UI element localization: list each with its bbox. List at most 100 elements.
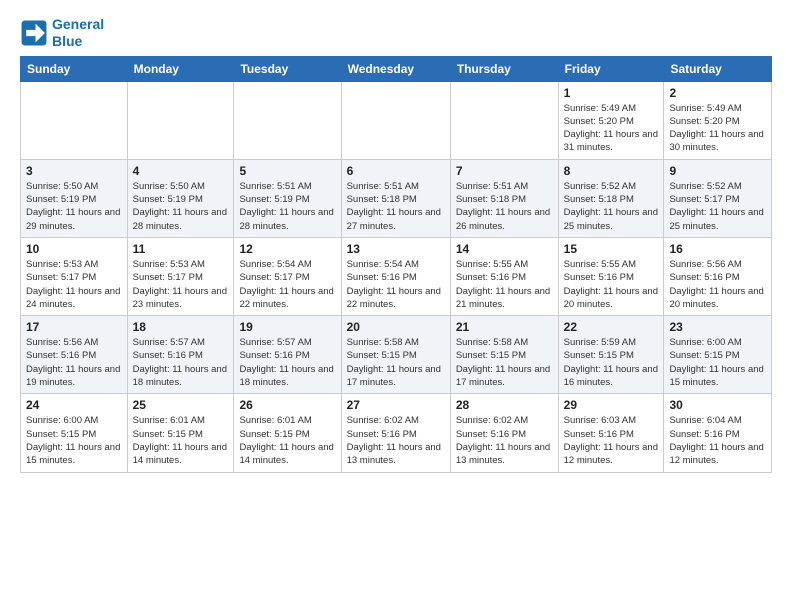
day-number: 15 bbox=[564, 242, 659, 256]
day-number: 30 bbox=[669, 398, 766, 412]
calendar-cell: 22Sunrise: 5:59 AMSunset: 5:15 PMDayligh… bbox=[558, 316, 664, 394]
day-number: 7 bbox=[456, 164, 553, 178]
calendar-cell: 25 Sunrise: 6:01 AMSunset: 5:15 PMDayligh… bbox=[127, 394, 234, 472]
day-info: Sunrise: 5:49 AMSunset: 5:20 PMDaylight:… bbox=[564, 102, 659, 155]
day-info: Sunrise: 5:56 AMSunset: 5:16 PMDaylight:… bbox=[669, 258, 766, 311]
calendar-cell: 19 Sunrise: 5:57 AMSunset: 5:16 PMDayligh… bbox=[234, 316, 341, 394]
day-info: Sunrise: 6:00 AMSunset: 5:15 PMDaylight:… bbox=[26, 414, 122, 467]
day-info: Sunrise: 5:58 AMSunset: 5:15 PMDaylight:… bbox=[347, 336, 445, 389]
day-info: Sunrise: 6:04 AMSunset: 5:16 PMDaylight:… bbox=[669, 414, 766, 467]
day-number: 11 bbox=[133, 242, 229, 256]
day-number: 20 bbox=[347, 320, 445, 334]
calendar-cell: 13 Sunrise: 5:54 AMSunset: 5:16 PMDayligh… bbox=[341, 237, 450, 315]
day-info: Sunrise: 5:54 AMSunset: 5:17 PMDaylight:… bbox=[239, 258, 335, 311]
calendar-week-row: 17 Sunrise: 5:56 AMSunset: 5:16 PMDayligh… bbox=[21, 316, 772, 394]
day-info: Sunrise: 5:50 AMSunset: 5:19 PMDaylight:… bbox=[26, 180, 122, 233]
day-number: 18 bbox=[133, 320, 229, 334]
calendar-cell: 3 Sunrise: 5:50 AMSunset: 5:19 PMDaylight… bbox=[21, 159, 128, 237]
weekday-header-sunday: Sunday bbox=[21, 56, 128, 81]
calendar-cell: 8 Sunrise: 5:52 AMSunset: 5:18 PMDaylight… bbox=[558, 159, 664, 237]
day-info: Sunrise: 5:57 AMSunset: 5:16 PMDaylight:… bbox=[133, 336, 229, 389]
day-info: Sunrise: 6:03 AMSunset: 5:16 PMDaylight:… bbox=[564, 414, 659, 467]
day-number: 4 bbox=[133, 164, 229, 178]
weekday-header-wednesday: Wednesday bbox=[341, 56, 450, 81]
day-number: 25 bbox=[133, 398, 229, 412]
day-number: 21 bbox=[456, 320, 553, 334]
day-number: 10 bbox=[26, 242, 122, 256]
day-number: 28 bbox=[456, 398, 553, 412]
day-info: Sunrise: 5:51 AMSunset: 5:18 PMDaylight:… bbox=[456, 180, 553, 233]
day-number: 24 bbox=[26, 398, 122, 412]
day-number: 16 bbox=[669, 242, 766, 256]
calendar-cell: 17 Sunrise: 5:56 AMSunset: 5:16 PMDayligh… bbox=[21, 316, 128, 394]
calendar-cell: 10 Sunrise: 5:53 AMSunset: 5:17 PMDayligh… bbox=[21, 237, 128, 315]
calendar-table: SundayMondayTuesdayWednesdayThursdayFrid… bbox=[20, 56, 772, 473]
day-info: Sunrise: 6:01 AMSunset: 5:15 PMDaylight:… bbox=[133, 414, 229, 467]
calendar-cell: 15 Sunrise: 5:55 AMSunset: 5:16 PMDayligh… bbox=[558, 237, 664, 315]
day-info: Sunrise: 5:55 AMSunset: 5:16 PMDaylight:… bbox=[564, 258, 659, 311]
calendar-cell: 24 Sunrise: 6:00 AMSunset: 5:15 PMDayligh… bbox=[21, 394, 128, 472]
calendar-cell: 9Sunrise: 5:52 AMSunset: 5:17 PMDaylight… bbox=[664, 159, 772, 237]
day-number: 23 bbox=[669, 320, 766, 334]
calendar-cell: 29 Sunrise: 6:03 AMSunset: 5:16 PMDayligh… bbox=[558, 394, 664, 472]
calendar-week-row: 3 Sunrise: 5:50 AMSunset: 5:19 PMDaylight… bbox=[21, 159, 772, 237]
day-info: Sunrise: 5:57 AMSunset: 5:16 PMDaylight:… bbox=[239, 336, 335, 389]
day-info: Sunrise: 6:02 AMSunset: 5:16 PMDaylight:… bbox=[347, 414, 445, 467]
day-number: 6 bbox=[347, 164, 445, 178]
day-info: Sunrise: 6:01 AMSunset: 5:15 PMDaylight:… bbox=[239, 414, 335, 467]
day-number: 2 bbox=[669, 86, 766, 100]
day-number: 27 bbox=[347, 398, 445, 412]
day-info: Sunrise: 6:00 AMSunset: 5:15 PMDaylight:… bbox=[669, 336, 766, 389]
day-number: 8 bbox=[564, 164, 659, 178]
calendar-cell bbox=[341, 81, 450, 159]
logo-text: General Blue bbox=[52, 16, 104, 50]
day-number: 17 bbox=[26, 320, 122, 334]
calendar-week-row: 10 Sunrise: 5:53 AMSunset: 5:17 PMDayligh… bbox=[21, 237, 772, 315]
day-info: Sunrise: 5:50 AMSunset: 5:19 PMDaylight:… bbox=[133, 180, 229, 233]
calendar-cell: 27 Sunrise: 6:02 AMSunset: 5:16 PMDayligh… bbox=[341, 394, 450, 472]
calendar-cell bbox=[21, 81, 128, 159]
calendar-cell: 18 Sunrise: 5:57 AMSunset: 5:16 PMDayligh… bbox=[127, 316, 234, 394]
day-number: 19 bbox=[239, 320, 335, 334]
day-info: Sunrise: 5:51 AMSunset: 5:18 PMDaylight:… bbox=[347, 180, 445, 233]
logo-icon bbox=[20, 19, 48, 47]
day-number: 1 bbox=[564, 86, 659, 100]
weekday-header-monday: Monday bbox=[127, 56, 234, 81]
calendar-cell: 2 Sunrise: 5:49 AMSunset: 5:20 PMDaylight… bbox=[664, 81, 772, 159]
calendar-cell: 28 Sunrise: 6:02 AMSunset: 5:16 PMDayligh… bbox=[450, 394, 558, 472]
day-info: Sunrise: 5:53 AMSunset: 5:17 PMDaylight:… bbox=[133, 258, 229, 311]
calendar-cell bbox=[127, 81, 234, 159]
weekday-header-tuesday: Tuesday bbox=[234, 56, 341, 81]
calendar-cell bbox=[234, 81, 341, 159]
calendar-cell: 20 Sunrise: 5:58 AMSunset: 5:15 PMDayligh… bbox=[341, 316, 450, 394]
day-number: 13 bbox=[347, 242, 445, 256]
calendar-cell: 16 Sunrise: 5:56 AMSunset: 5:16 PMDayligh… bbox=[664, 237, 772, 315]
logo: General Blue bbox=[20, 16, 104, 50]
day-number: 3 bbox=[26, 164, 122, 178]
day-info: Sunrise: 5:51 AMSunset: 5:19 PMDaylight:… bbox=[239, 180, 335, 233]
day-number: 12 bbox=[239, 242, 335, 256]
page-header: General Blue bbox=[20, 16, 772, 50]
day-number: 22 bbox=[564, 320, 659, 334]
weekday-header-friday: Friday bbox=[558, 56, 664, 81]
day-info: Sunrise: 5:49 AMSunset: 5:20 PMDaylight:… bbox=[669, 102, 766, 155]
day-info: Sunrise: 5:54 AMSunset: 5:16 PMDaylight:… bbox=[347, 258, 445, 311]
calendar-week-row: 24 Sunrise: 6:00 AMSunset: 5:15 PMDayligh… bbox=[21, 394, 772, 472]
calendar-cell: 11 Sunrise: 5:53 AMSunset: 5:17 PMDayligh… bbox=[127, 237, 234, 315]
day-info: Sunrise: 5:56 AMSunset: 5:16 PMDaylight:… bbox=[26, 336, 122, 389]
day-number: 29 bbox=[564, 398, 659, 412]
calendar-cell bbox=[450, 81, 558, 159]
day-info: Sunrise: 5:55 AMSunset: 5:16 PMDaylight:… bbox=[456, 258, 553, 311]
day-info: Sunrise: 5:53 AMSunset: 5:17 PMDaylight:… bbox=[26, 258, 122, 311]
day-info: Sunrise: 5:52 AMSunset: 5:18 PMDaylight:… bbox=[564, 180, 659, 233]
day-number: 5 bbox=[239, 164, 335, 178]
day-info: Sunrise: 6:02 AMSunset: 5:16 PMDaylight:… bbox=[456, 414, 553, 467]
calendar-cell: 26Sunrise: 6:01 AMSunset: 5:15 PMDayligh… bbox=[234, 394, 341, 472]
day-info: Sunrise: 5:52 AMSunset: 5:17 PMDaylight:… bbox=[669, 180, 766, 233]
calendar-cell: 21 Sunrise: 5:58 AMSunset: 5:15 PMDayligh… bbox=[450, 316, 558, 394]
calendar-header-row: SundayMondayTuesdayWednesdayThursdayFrid… bbox=[21, 56, 772, 81]
weekday-header-saturday: Saturday bbox=[664, 56, 772, 81]
calendar-cell: 7 Sunrise: 5:51 AMSunset: 5:18 PMDaylight… bbox=[450, 159, 558, 237]
day-info: Sunrise: 5:58 AMSunset: 5:15 PMDaylight:… bbox=[456, 336, 553, 389]
day-number: 14 bbox=[456, 242, 553, 256]
